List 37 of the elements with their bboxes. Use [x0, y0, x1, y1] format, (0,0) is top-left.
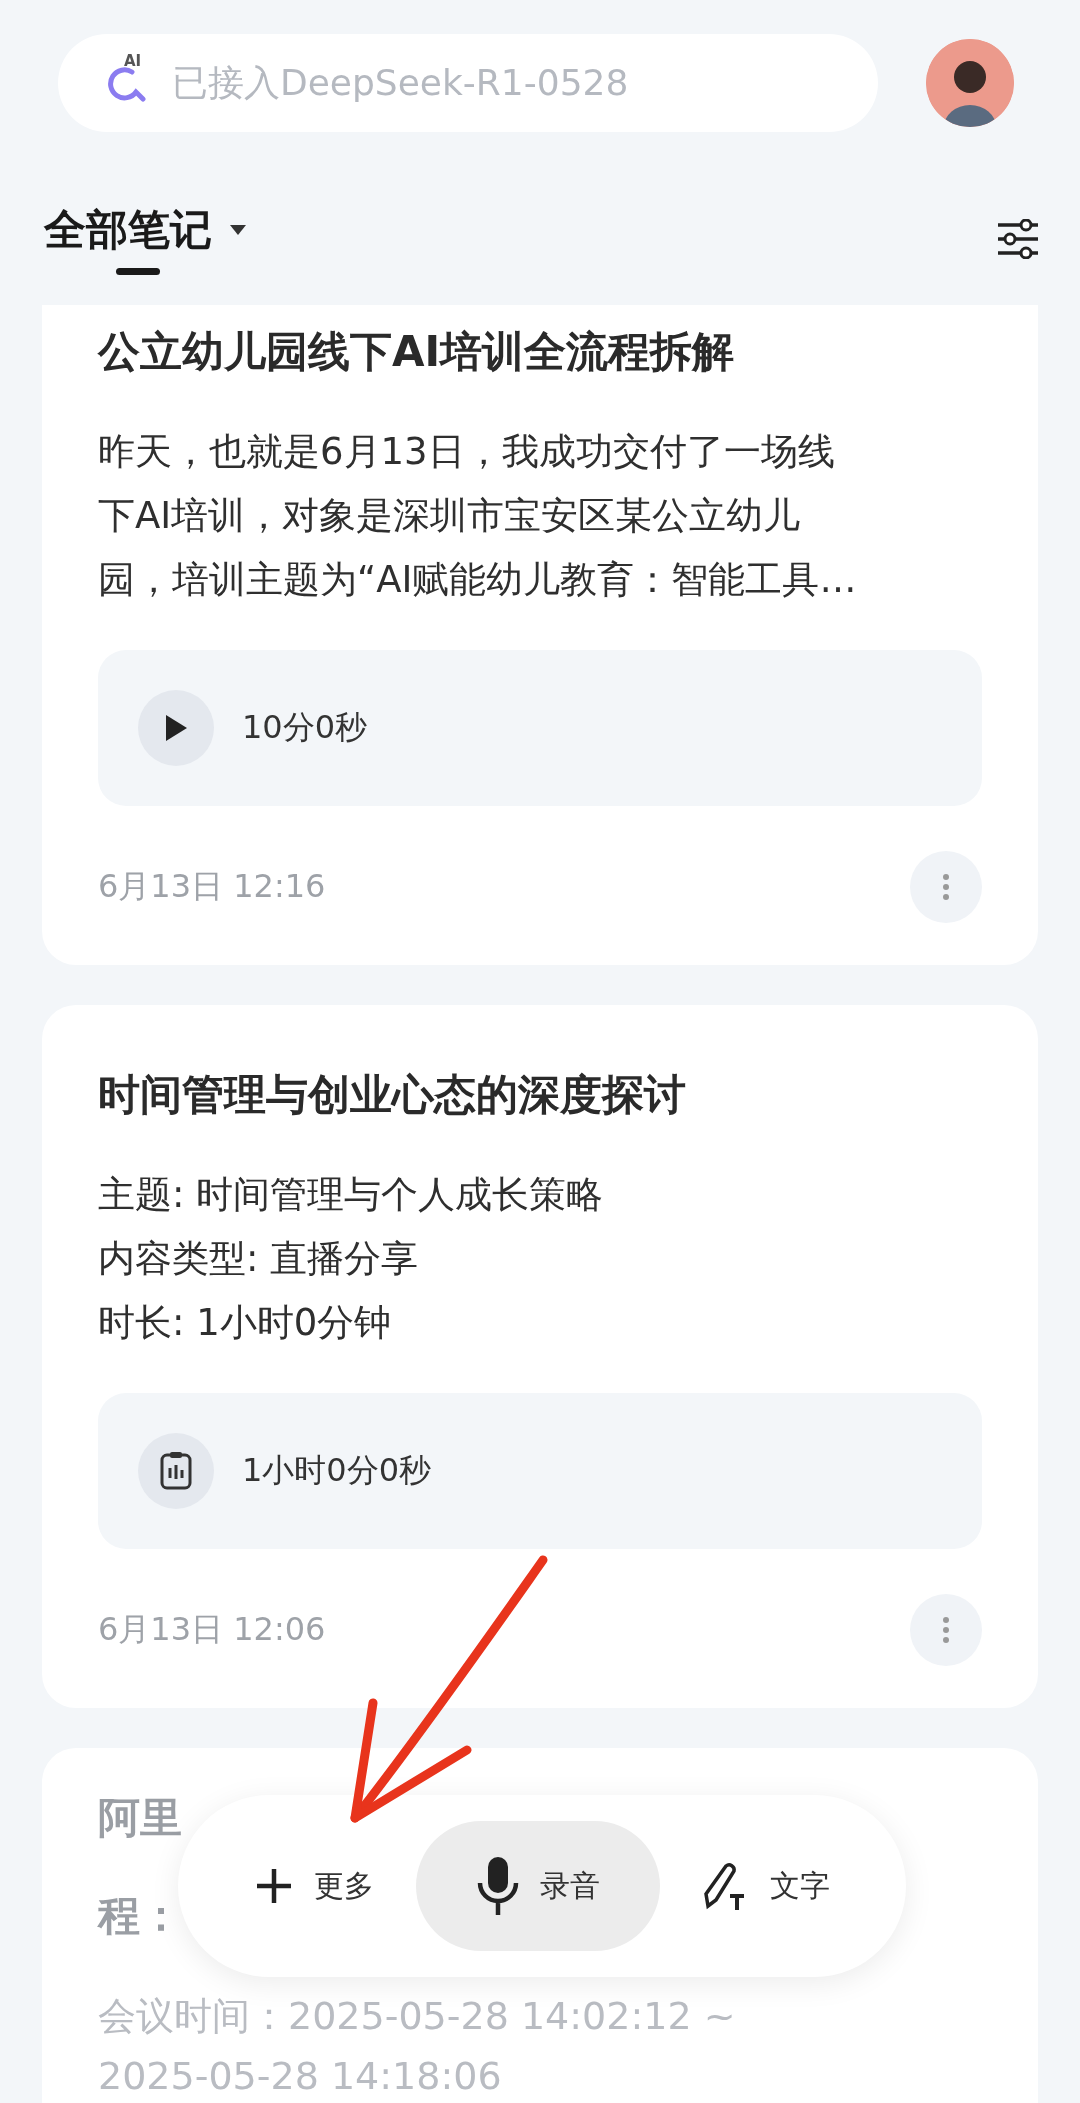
dropdown-caret-icon[interactable] — [230, 225, 246, 235]
note-text: 内容类型: 直播分享 — [98, 1236, 420, 1282]
tab-indicator — [116, 268, 160, 275]
note-title: 程： — [98, 1890, 182, 1942]
ai-label: AI — [124, 54, 142, 69]
action-button[interactable]: 文字 — [666, 1821, 866, 1951]
search-placeholder: 已接入DeepSeek-R1-0528 — [172, 60, 629, 105]
note-text: 会议时间：2025-05-28 14:02:12 ~ — [98, 1993, 737, 2040]
more-vertical-icon — [942, 1616, 950, 1644]
recording-file-icon — [159, 1451, 193, 1491]
note-text: 昨天，也就是6月13日，我成功交付了一场线 — [98, 429, 836, 475]
avatar[interactable] — [926, 39, 1014, 127]
note-text: 下AI培训，对象是深圳市宝安区某公立幼儿 — [98, 493, 802, 539]
plus-icon — [254, 1866, 294, 1906]
note-text: 时长: 1小时0分钟 — [98, 1300, 393, 1346]
notes-filter-tab[interactable]: 全部笔记 — [44, 202, 212, 258]
note-card[interactable]: 公立幼儿园线下AI培训全流程拆解 昨天，也就是6月13日，我成功交付了一场线 下AI培训，对象是深圳市宝安区某公立幼儿 园，培训主题为“AI赋能幼儿教育：智能工具… 10分0秒 6月13日 12:16 — [42, 305, 1038, 965]
note-date: 6月13日 12:16 — [98, 866, 326, 907]
filter-settings-icon[interactable] — [996, 218, 1040, 259]
more-vertical-icon — [942, 873, 950, 901]
audio-panel[interactable]: 1小时0分0秒 — [98, 1393, 982, 1549]
duration: 1小时0分0秒 — [242, 1450, 432, 1491]
audio-panel[interactable]: 10分0秒 — [98, 650, 982, 806]
note-card[interactable]: 时间管理与创业心态的深度探讨 主题: 时间管理与个人成长策略 内容类型: 直播分享 时长: 1小时0分钟 1小时0分0秒 6月13日 12:06 — [42, 1005, 1038, 1708]
duration: 10分0秒 — [242, 707, 368, 748]
note-title: 公立幼儿园线下AI培训全流程拆解 — [98, 326, 736, 378]
microphone-icon — [476, 1855, 520, 1917]
note-text: 2025-05-28 14:18:06 — [98, 2053, 503, 2100]
note-title: 时间管理与创业心态的深度探讨 — [98, 1069, 687, 1121]
action-button[interactable]: 录音 — [416, 1821, 660, 1951]
search-field[interactable]: AI 已接入DeepSeek-R1-0528 — [58, 34, 878, 132]
note-date: 6月13日 12:06 — [98, 1609, 326, 1650]
note-title: 阿里 — [98, 1792, 182, 1844]
action-button[interactable]: 更多 — [218, 1821, 410, 1951]
note-text: 园，培训主题为“AI赋能幼儿教育：智能工具… — [98, 557, 858, 603]
play-icon — [163, 713, 189, 743]
note-text: 主题: 时间管理与个人成长策略 — [98, 1172, 605, 1218]
